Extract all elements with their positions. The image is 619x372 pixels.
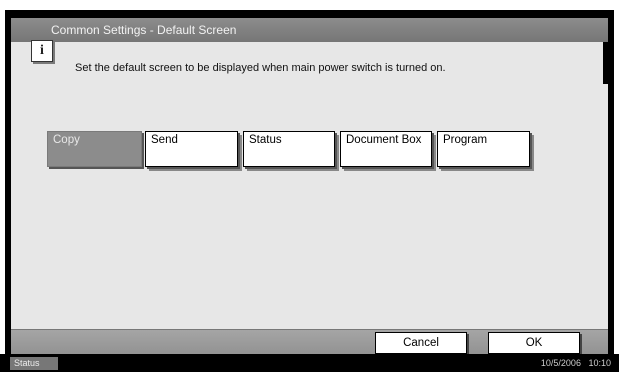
window-title: Common Settings - Default Screen	[11, 18, 608, 42]
scroll-edge	[603, 42, 608, 84]
ok-button[interactable]: OK	[488, 332, 580, 354]
instruction-message: Set the default screen to be displayed w…	[75, 62, 446, 74]
default-screen-document-box-button[interactable]: Document Box	[340, 131, 432, 167]
info-icon: i	[31, 40, 53, 62]
default-screen-send-button[interactable]: Send	[145, 131, 238, 167]
status-tab[interactable]: Status	[10, 357, 58, 370]
default-screen-copy-button[interactable]: Copy	[47, 131, 142, 167]
date-time: 10/5/2006 10:10	[541, 357, 611, 370]
default-screen-status-button[interactable]: Status	[243, 131, 335, 167]
cancel-button[interactable]: Cancel	[375, 332, 467, 354]
status-bar: Status 10/5/2006 10:10	[0, 354, 619, 372]
status-time: 10:10	[588, 358, 611, 368]
default-screen-program-button[interactable]: Program	[437, 131, 530, 167]
status-date: 10/5/2006	[540, 358, 581, 368]
